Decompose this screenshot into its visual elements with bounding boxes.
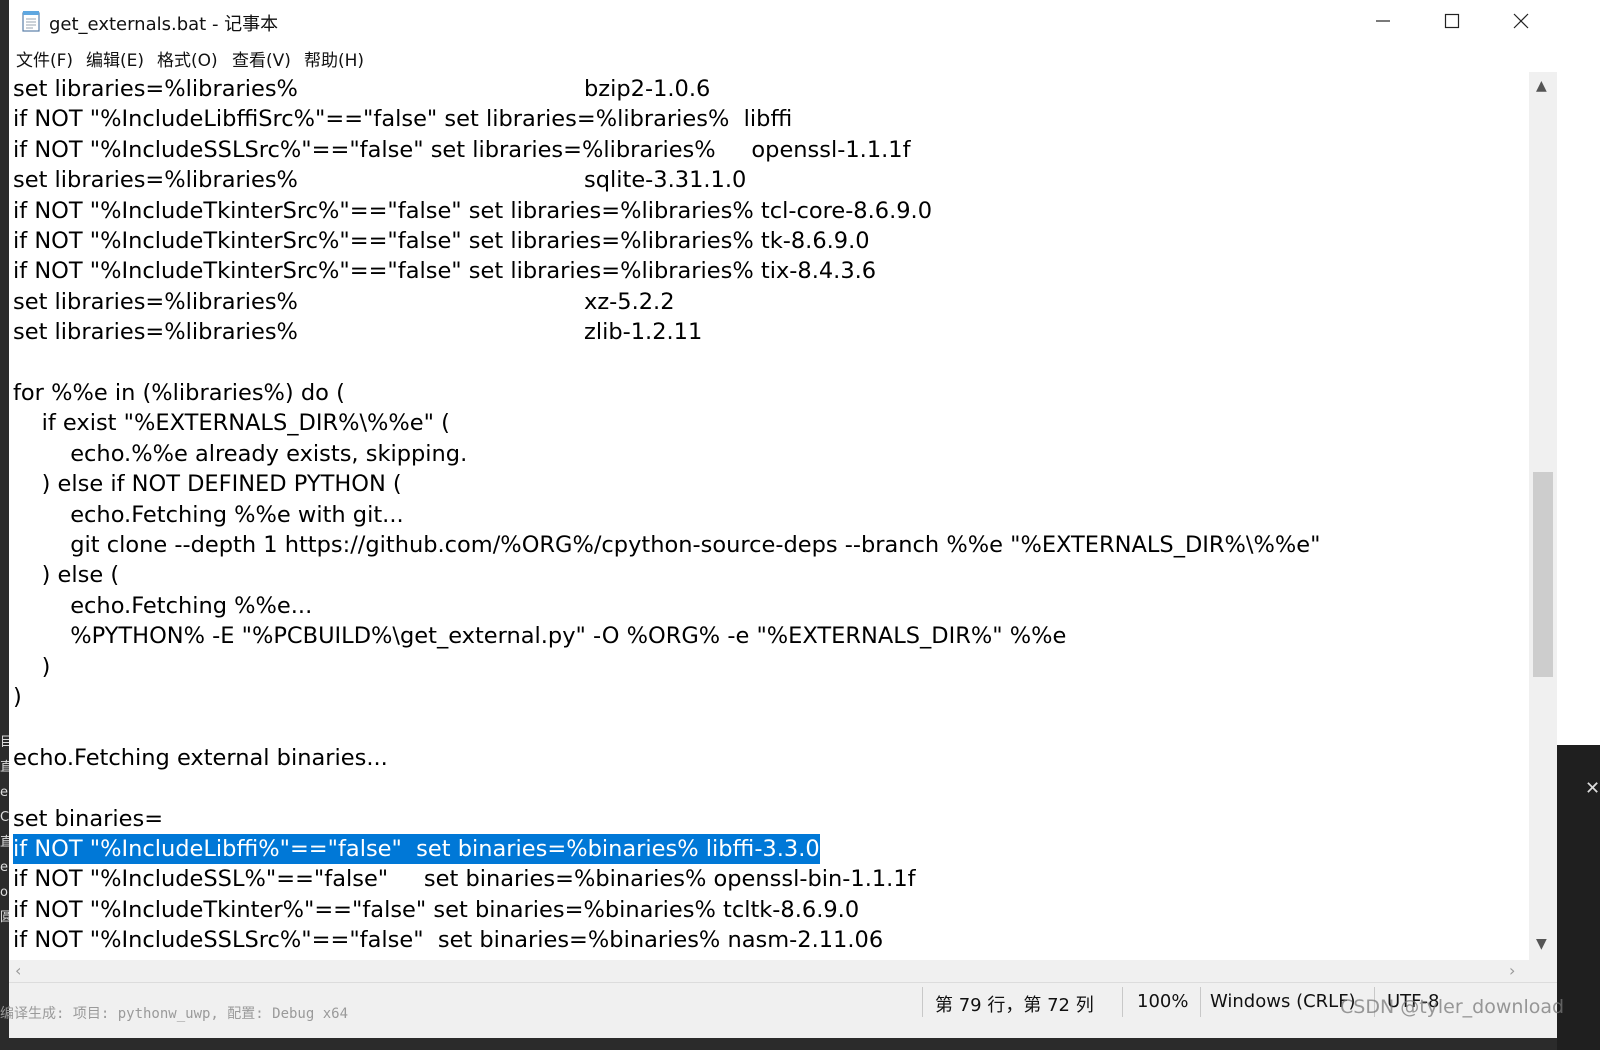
- code-line[interactable]: echo.Fetching %%e with git...: [13, 500, 403, 530]
- vertical-scrollbar[interactable]: ▲ ▼: [1529, 72, 1557, 960]
- minimize-icon: [1376, 20, 1390, 22]
- watermark: CSDN @tyler_download: [1340, 996, 1565, 1018]
- background-glyph: 直: [0, 835, 9, 850]
- minimize-button[interactable]: [1349, 0, 1417, 42]
- scroll-down-icon[interactable]: ▼: [1536, 936, 1547, 952]
- background-glyph: C: [0, 810, 9, 825]
- menu-format[interactable]: 格式(O): [157, 46, 218, 71]
- code-line[interactable]: echo.%%e already exists, skipping.: [13, 439, 467, 469]
- close-button[interactable]: [1487, 0, 1555, 42]
- status-divider: [1122, 987, 1123, 1017]
- zoom-level: 100%: [1137, 991, 1189, 1012]
- scroll-up-icon[interactable]: ▲: [1536, 78, 1547, 94]
- code-line[interactable]: if NOT "%IncludeLibffiSrc%"=="false" set…: [13, 104, 792, 134]
- code-line[interactable]: ) else (: [13, 560, 120, 590]
- selected-code-line[interactable]: if NOT "%IncludeLibffi%"=="false" set bi…: [13, 834, 820, 864]
- code-line[interactable]: git clone --depth 1 https://github.com/%…: [13, 530, 1320, 560]
- horizontal-scrollbar[interactable]: ‹ ›: [9, 960, 1529, 982]
- scroll-left-icon[interactable]: ‹: [15, 961, 21, 980]
- close-icon: [1513, 13, 1529, 29]
- code-line[interactable]: set libraries=%libraries% xz-5.2.2: [13, 287, 675, 317]
- code-line[interactable]: if NOT "%IncludeTkinterSrc%"=="false" se…: [13, 196, 932, 226]
- code-line[interactable]: if NOT "%IncludeSSLSrc%"=="false" set li…: [13, 135, 911, 165]
- code-line[interactable]: if NOT "%IncludeSSLSrc%"=="false" set bi…: [13, 925, 883, 955]
- vertical-scroll-thumb[interactable]: [1533, 472, 1553, 677]
- code-line[interactable]: set binaries=: [13, 804, 163, 834]
- background-glyph: e: [0, 860, 8, 875]
- code-line[interactable]: if NOT "%IncludeTkinterSrc%"=="false" se…: [13, 256, 876, 286]
- background-glyph: 直: [0, 760, 9, 775]
- maximize-icon: [1444, 13, 1460, 29]
- background-output-strip: [9, 1038, 1557, 1050]
- notepad-window: get_externals.bat - 记事本 文件(F) 编辑(E) 格式(O…: [9, 0, 1557, 1038]
- menu-view[interactable]: 查看(V): [232, 46, 291, 71]
- code-line[interactable]: set libraries=%libraries% sqlite-3.31.1.…: [13, 165, 746, 195]
- code-line[interactable]: ): [13, 652, 51, 682]
- background-glyph: 目: [0, 735, 9, 750]
- code-line[interactable]: if NOT "%IncludeTkinterSrc%"=="false" se…: [13, 226, 870, 256]
- window-title: get_externals.bat - 记事本: [49, 14, 279, 35]
- menu-file[interactable]: 文件(F): [16, 46, 73, 71]
- notepad-icon: [22, 11, 40, 32]
- line-ending: Windows (CRLF): [1210, 991, 1356, 1012]
- code-line[interactable]: if exist "%EXTERNALS_DIR%\%%e" (: [13, 408, 450, 438]
- menu-bar: 文件(F) 编辑(E) 格式(O) 查看(V) 帮助(H): [9, 42, 1557, 72]
- menu-edit[interactable]: 编辑(E): [86, 46, 144, 71]
- background-output-text: 编译生成: 项目: pythonw_uwp, 配置: Debug x64: [0, 1006, 349, 1022]
- code-line[interactable]: echo.Fetching %%e...: [13, 591, 312, 621]
- background-glyph: e: [0, 785, 8, 800]
- scrollbar-corner: [1529, 960, 1557, 982]
- code-line[interactable]: for %%e in (%libraries%) do (: [13, 378, 345, 408]
- code-line[interactable]: echo.Fetching external binaries...: [13, 743, 388, 773]
- title-bar[interactable]: get_externals.bat - 记事本: [9, 0, 1557, 42]
- background-close-icon[interactable]: ✕: [1585, 778, 1600, 799]
- background-glyph: o: [0, 885, 8, 900]
- code-line[interactable]: set libraries=%libraries% zlib-1.2.11: [13, 317, 702, 347]
- code-line[interactable]: ): [13, 682, 22, 712]
- code-line[interactable]: if NOT "%IncludeTkinter%"=="false" set b…: [13, 895, 859, 925]
- code-line[interactable]: ) else if NOT DEFINED PYTHON (: [13, 469, 402, 499]
- menu-help[interactable]: 帮助(H): [304, 46, 364, 71]
- status-divider: [922, 987, 923, 1017]
- code-line[interactable]: set libraries=%libraries% bzip2-1.0.6: [13, 74, 710, 104]
- code-line[interactable]: if NOT "%IncludeSSL%"=="false" set binar…: [13, 864, 916, 894]
- cursor-position: 第 79 行，第 72 列: [935, 995, 1094, 1016]
- scroll-right-icon[interactable]: ›: [1509, 961, 1515, 980]
- text-editor[interactable]: set libraries=%libraries% bzip2-1.0.6 if …: [9, 72, 1529, 960]
- background-glyph: 圓: [0, 910, 9, 925]
- status-divider: [1200, 987, 1201, 1017]
- code-line[interactable]: %PYTHON% -E "%PCBUILD%\get_external.py" …: [13, 621, 1066, 651]
- background-left-text: 目直eC直eo圓: [0, 730, 9, 930]
- maximize-button[interactable]: [1418, 0, 1486, 42]
